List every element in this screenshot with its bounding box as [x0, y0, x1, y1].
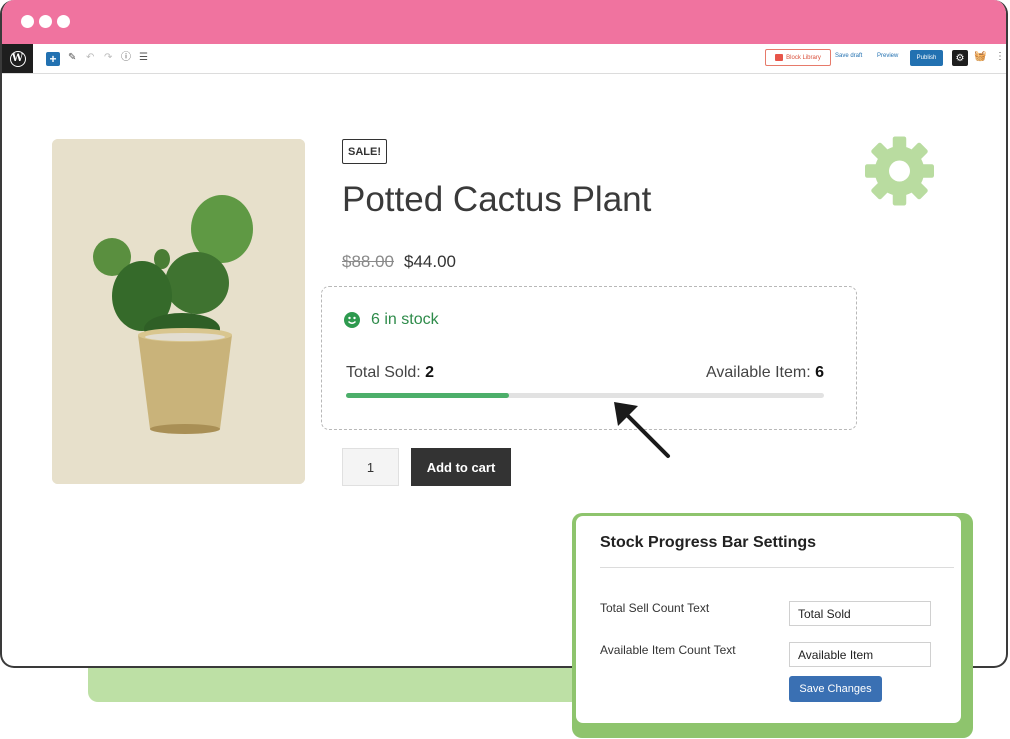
- preview-button[interactable]: Preview: [877, 53, 898, 59]
- block-library-button[interactable]: Block Library: [765, 49, 831, 66]
- list-view-icon[interactable]: ☰: [139, 51, 148, 65]
- window-dot-2: [39, 15, 52, 28]
- available-item-value: 6: [815, 364, 824, 381]
- stock-progress-widget: [321, 286, 857, 430]
- available-item-count-label: Available Item Count Text: [600, 643, 736, 657]
- wordpress-logo-icon[interactable]: W: [2, 44, 33, 73]
- decorative-gear-icon: [865, 136, 934, 206]
- plus-icon[interactable]: +: [46, 52, 60, 66]
- sale-price: $44.00: [404, 252, 456, 271]
- info-icon[interactable]: ⓘ: [121, 51, 131, 65]
- pencil-icon[interactable]: ✎: [68, 51, 76, 65]
- total-sold: Total Sold: 2: [346, 364, 434, 382]
- stock-progress-fill: [346, 393, 509, 398]
- stock-progress-bar: [346, 393, 824, 398]
- product-title: Potted Cactus Plant: [342, 180, 652, 219]
- window-dot-3: [57, 15, 70, 28]
- block-library-label: Block Library: [786, 54, 821, 61]
- redo-icon[interactable]: ↷: [104, 51, 112, 65]
- total-sold-value: 2: [425, 364, 435, 381]
- settings-gear-icon[interactable]: ⚙: [952, 50, 968, 66]
- basket-icon: [775, 54, 784, 61]
- undo-icon[interactable]: ↶: [86, 51, 94, 65]
- available-item-label: Available Item:: [705, 364, 811, 381]
- smiley-icon: [344, 312, 360, 328]
- stock-status: 6 in stock: [371, 311, 439, 328]
- quantity-input[interactable]: 1: [342, 448, 399, 486]
- regular-price: $88.00: [342, 252, 394, 271]
- save-changes-button[interactable]: Save Changes: [789, 676, 882, 702]
- save-draft-button[interactable]: Save draft: [835, 53, 862, 59]
- publish-button[interactable]: Publish: [910, 50, 943, 66]
- more-options-icon[interactable]: ⋮: [995, 51, 1005, 62]
- total-sell-count-label: Total Sell Count Text: [600, 601, 710, 615]
- available-item-count-input[interactable]: Available Item: [789, 642, 931, 667]
- window-titlebar: [2, 0, 1006, 44]
- add-to-cart-button[interactable]: Add to cart: [411, 448, 511, 486]
- sale-badge: SALE!: [342, 139, 387, 164]
- available-item: Available Item: 6: [706, 364, 824, 382]
- settings-divider: [600, 567, 954, 568]
- total-sell-count-input[interactable]: Total Sold: [789, 601, 931, 626]
- settings-title: Stock Progress Bar Settings: [600, 534, 817, 551]
- total-sold-label: Total Sold:: [346, 364, 421, 381]
- editor-toolbar: W + ✎ ↶ ↷ ⓘ ☰ Block Library Save draft P…: [2, 44, 1006, 74]
- basket-icon[interactable]: 🧺: [974, 51, 986, 62]
- pointer-arrow-icon: [614, 402, 670, 458]
- window-dot-1: [21, 15, 34, 28]
- product-image: [52, 139, 305, 484]
